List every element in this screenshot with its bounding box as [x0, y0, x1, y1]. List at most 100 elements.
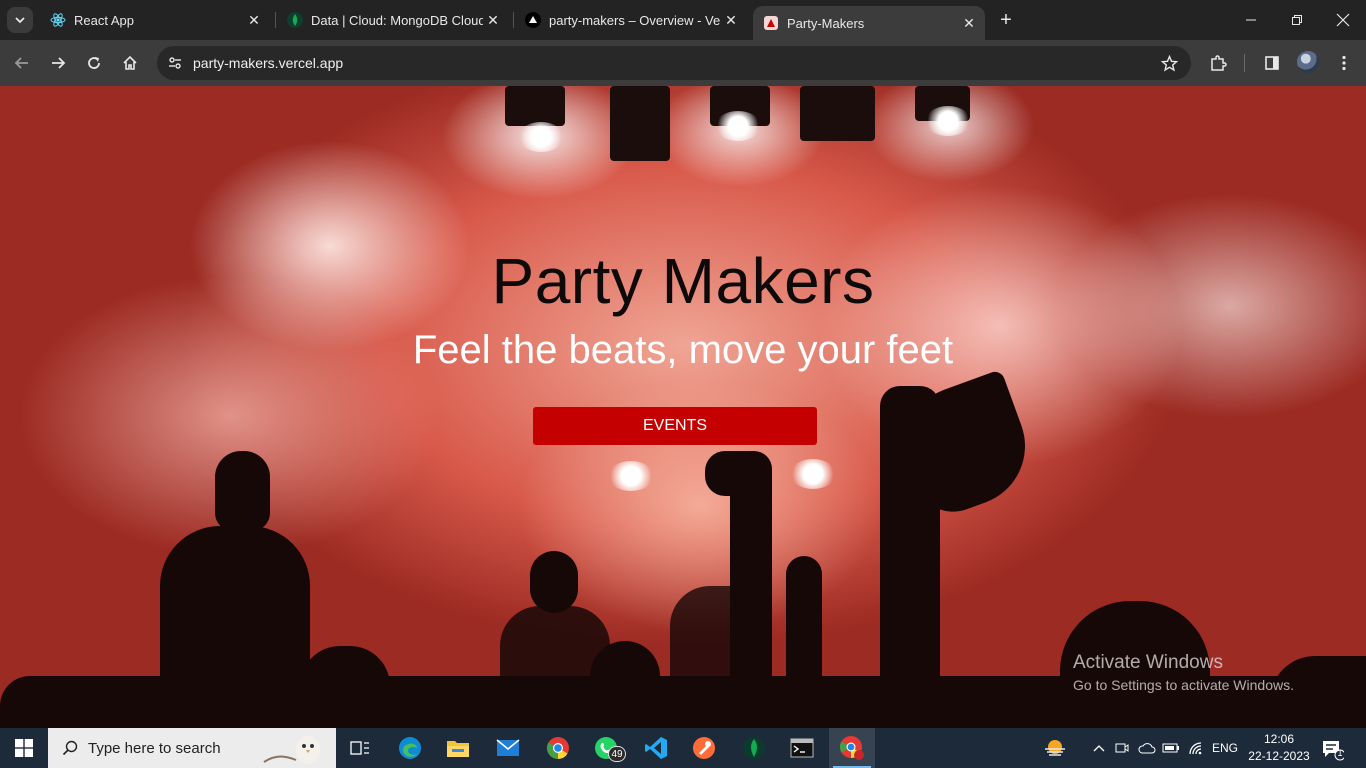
taskbar-clock[interactable]: 12:06 22-12-2023 — [1247, 731, 1311, 765]
tab-title: party-makers – Overview - Verc — [549, 12, 721, 28]
party-makers-icon — [763, 15, 779, 31]
clock-time: 12:06 — [1263, 732, 1295, 746]
search-icon — [60, 738, 80, 758]
tab-vercel-overview[interactable]: party-makers – Overview - Verc ✕ — [515, 6, 747, 34]
battery-icon — [1162, 743, 1179, 753]
start-button[interactable] — [0, 728, 48, 768]
kebab-menu-icon — [1342, 55, 1346, 71]
crowd-member-silhouette — [590, 641, 660, 728]
arrow-right-icon — [52, 57, 66, 69]
site-info-icon[interactable] — [165, 53, 185, 73]
taskbar-chrome-profile[interactable] — [829, 728, 875, 768]
url-text: party-makers.vercel.app — [193, 55, 344, 71]
close-tab-icon[interactable]: ✕ — [721, 10, 741, 30]
restore-icon — [1292, 15, 1302, 25]
browser-menu-button[interactable] — [1330, 49, 1358, 77]
home-button[interactable] — [116, 49, 144, 77]
clock-date: 22-12-2023 — [1248, 749, 1310, 763]
performer-head-silhouette — [530, 551, 578, 613]
input-language[interactable]: ENG — [1212, 741, 1238, 755]
browser-toolbar: party-makers.vercel.app — [0, 40, 1366, 86]
react-icon — [50, 12, 66, 28]
back-button[interactable] — [8, 49, 36, 77]
forward-button[interactable] — [44, 49, 72, 77]
bookmark-star-icon[interactable] — [1159, 53, 1179, 73]
raised-hand-silhouette — [705, 451, 765, 496]
taskbar-postman[interactable] — [681, 728, 727, 768]
stage-light-fixture — [610, 86, 670, 161]
taskbar-chrome[interactable] — [535, 728, 581, 768]
activate-windows-watermark: Activate Windows Go to Settings to activ… — [1073, 652, 1294, 693]
tray-battery[interactable] — [1160, 728, 1182, 768]
tab-separator — [275, 12, 276, 28]
taskbar-terminal[interactable] — [779, 728, 825, 768]
chrome-icon — [547, 737, 569, 759]
mongodb-leaf-icon — [287, 12, 303, 28]
address-bar[interactable]: party-makers.vercel.app — [157, 46, 1191, 80]
tab-party-makers[interactable]: Party-Makers ✕ — [753, 6, 985, 40]
vscode-icon — [645, 737, 667, 759]
task-view-icon — [350, 741, 369, 755]
taskbar-mongodb-compass[interactable] — [731, 728, 777, 768]
spotlight — [715, 111, 761, 141]
mongodb-compass-icon — [743, 737, 765, 759]
chevron-down-icon — [15, 17, 25, 24]
edge-icon — [399, 737, 421, 759]
taskbar-file-explorer[interactable] — [435, 728, 481, 768]
profile-avatar[interactable] — [1297, 51, 1319, 73]
guitarist-head-silhouette — [215, 451, 270, 531]
spotlight — [925, 106, 971, 136]
taskbar-vscode[interactable] — [633, 728, 679, 768]
watermark-title: Activate Windows — [1073, 652, 1223, 673]
toolbar-separator — [1244, 54, 1245, 72]
windows-taskbar: Type here to search 49 ENG 12:06 22-12-2… — [0, 728, 1366, 768]
events-button[interactable]: EVENTS — [533, 407, 817, 445]
tab-title: Party-Makers — [787, 15, 865, 31]
tray-meet-now[interactable] — [1112, 728, 1132, 768]
wifi-icon — [1189, 742, 1202, 755]
tab-react-app[interactable]: React App ✕ — [40, 6, 270, 34]
tab-mongodb-cloud[interactable]: Data | Cloud: MongoDB Cloud ✕ — [277, 6, 509, 34]
mail-icon — [496, 739, 520, 756]
new-tab-button[interactable]: + — [994, 8, 1018, 32]
tray-wifi[interactable] — [1185, 728, 1207, 768]
tray-onedrive[interactable] — [1136, 728, 1158, 768]
close-window-button[interactable] — [1320, 0, 1366, 40]
camera-icon — [1115, 743, 1129, 753]
tab-title: React App — [74, 12, 134, 28]
chrome-profile-icon — [840, 736, 864, 760]
minimize-icon — [1246, 19, 1256, 21]
stage-light-fixture — [505, 86, 565, 126]
close-icon — [1336, 13, 1350, 27]
restore-button[interactable] — [1274, 0, 1320, 40]
windows-logo-icon — [15, 739, 33, 757]
taskbar-mail[interactable] — [485, 728, 531, 768]
whatsapp-unread-badge: 49 — [608, 746, 626, 762]
close-tab-icon[interactable]: ✕ — [244, 10, 264, 30]
browser-tab-strip: React App ✕ Data | Cloud: MongoDB Cloud … — [0, 0, 1366, 40]
notification-count: 1 — [1337, 748, 1343, 758]
spotlight — [518, 122, 564, 152]
taskbar-whatsapp[interactable]: 49 — [583, 728, 629, 768]
reload-button[interactable] — [80, 49, 108, 77]
vercel-triangle-icon — [525, 12, 541, 28]
watermark-subtitle: Go to Settings to activate Windows. — [1073, 677, 1294, 693]
side-panel-button[interactable] — [1258, 49, 1286, 77]
task-view-button[interactable] — [337, 728, 383, 768]
notification-center-button[interactable]: 1 — [1320, 737, 1346, 761]
close-tab-icon[interactable]: ✕ — [483, 10, 503, 30]
close-tab-icon[interactable]: ✕ — [959, 13, 979, 33]
stage-light-fixture — [800, 86, 875, 141]
search-highlight-owl-icon — [263, 736, 320, 764]
extensions-button[interactable] — [1204, 49, 1232, 77]
taskbar-edge[interactable] — [387, 728, 433, 768]
taskbar-search-box[interactable]: Type here to search — [48, 728, 336, 768]
tab-title: Data | Cloud: MongoDB Cloud — [311, 12, 483, 28]
tab-search-button[interactable] — [7, 7, 33, 33]
side-panel-icon — [1265, 56, 1279, 70]
tray-weather[interactable] — [1040, 728, 1070, 768]
home-icon — [123, 55, 137, 70]
minimize-button[interactable] — [1228, 0, 1274, 40]
puzzle-icon — [1211, 55, 1227, 71]
show-hidden-icons-button[interactable] — [1090, 728, 1108, 768]
